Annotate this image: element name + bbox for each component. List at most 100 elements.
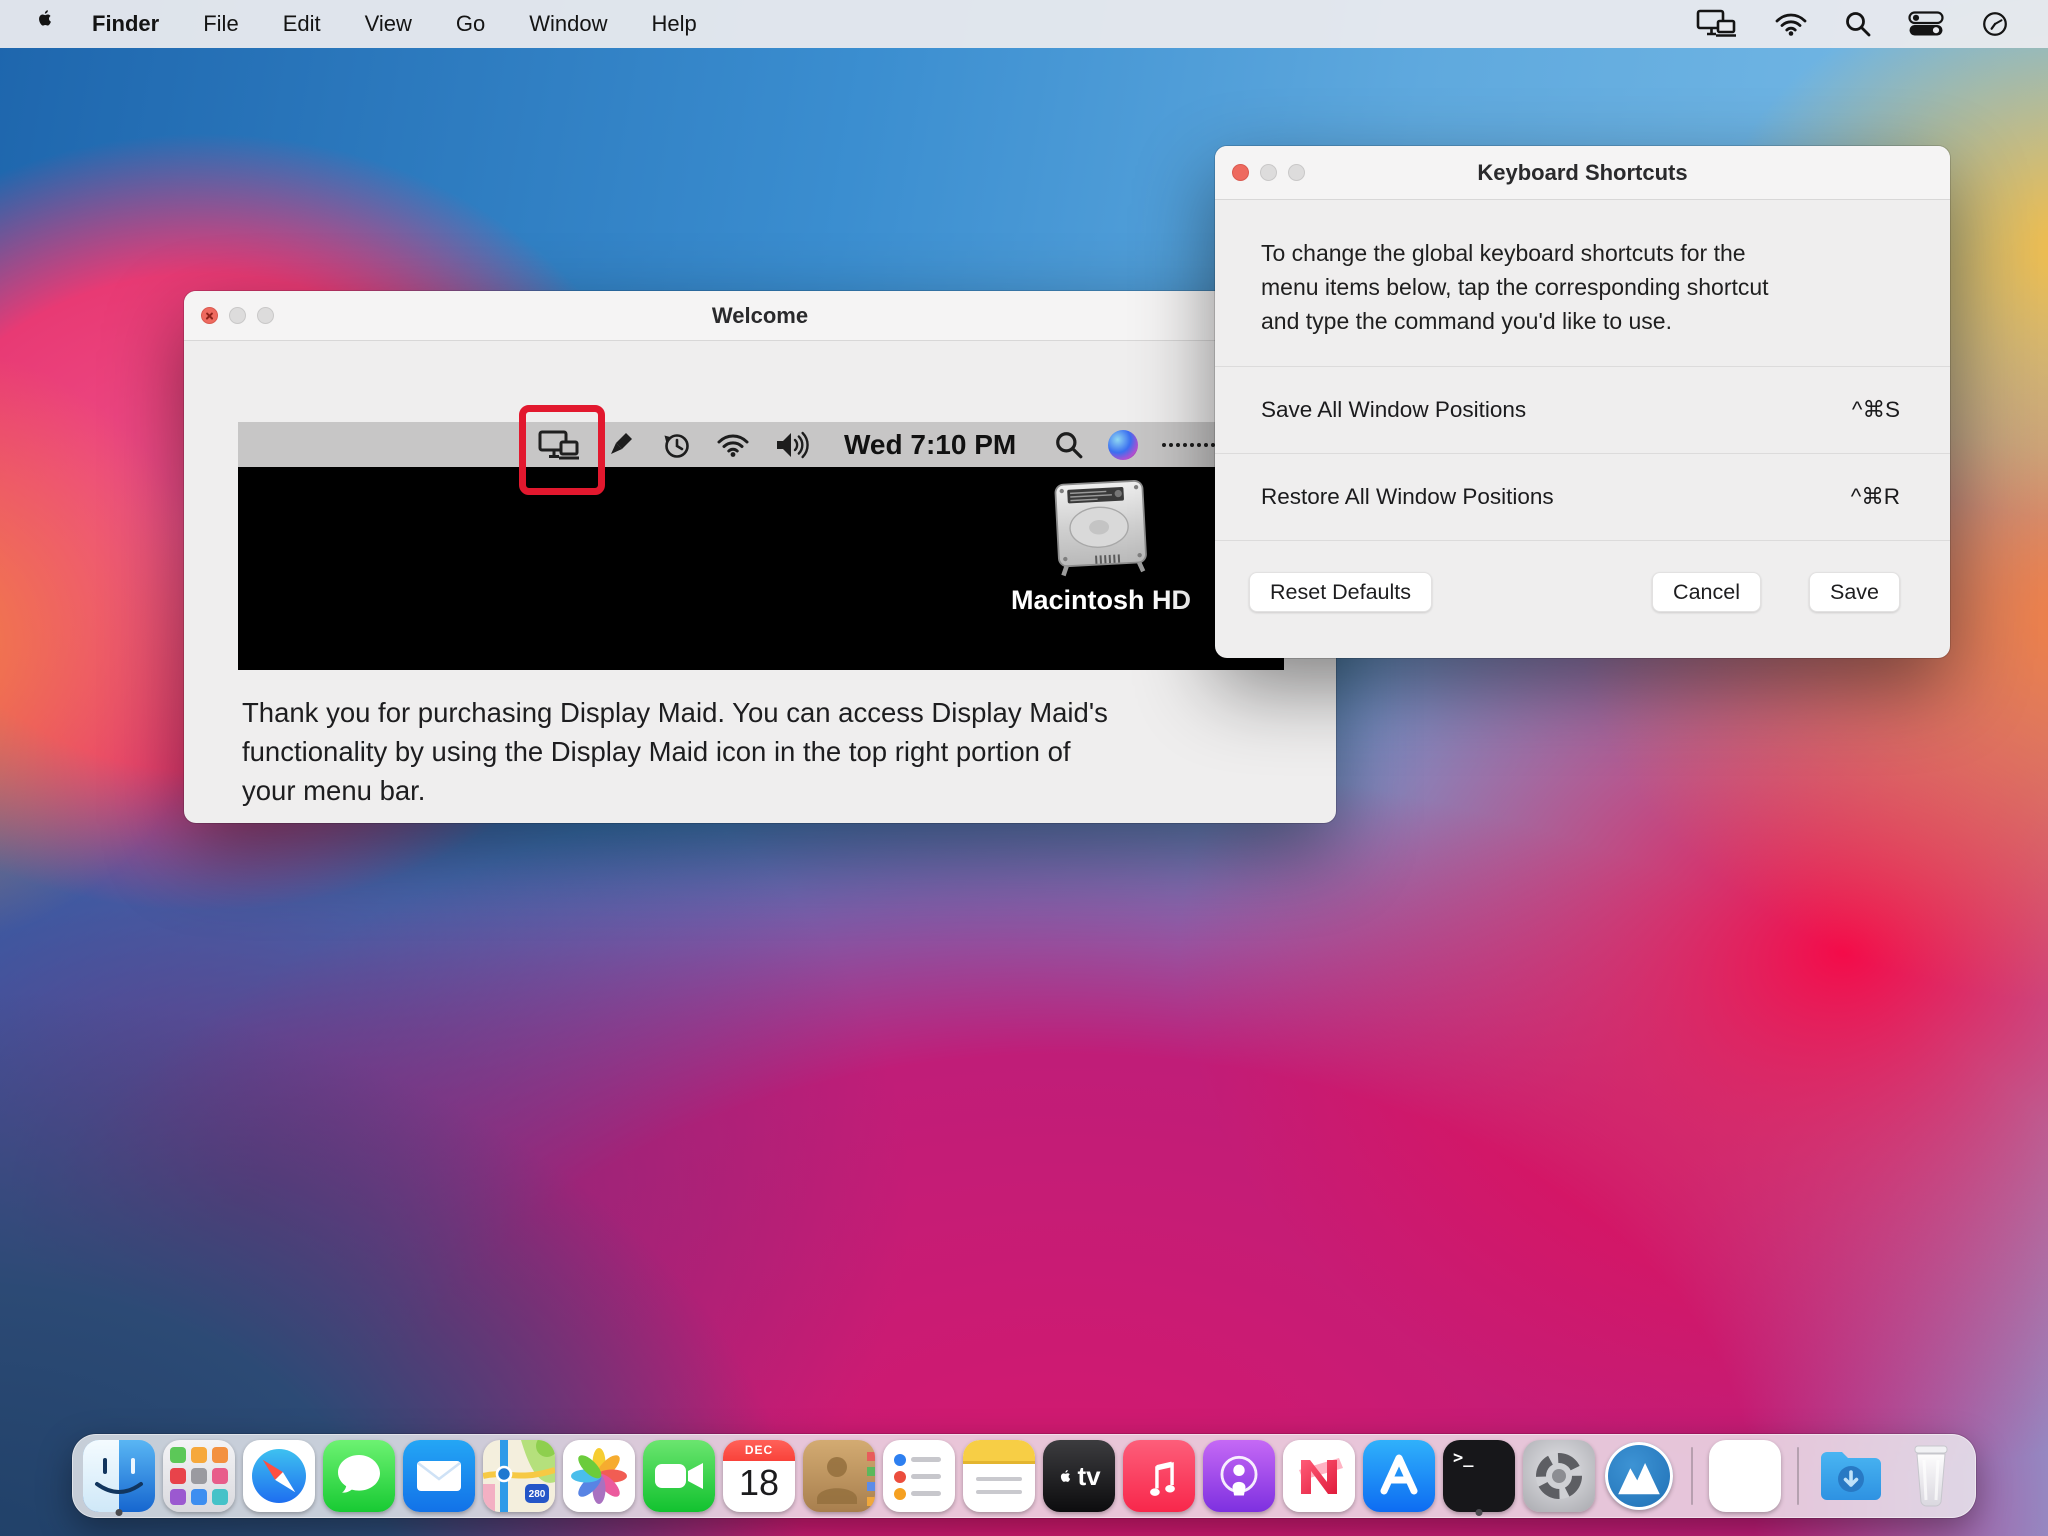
facetime-icon — [643, 1440, 715, 1512]
highlight-rectangle — [519, 405, 605, 495]
gear-icon — [1536, 1453, 1582, 1499]
divider — [1215, 540, 1950, 541]
dock-safari[interactable] — [239, 1434, 319, 1518]
downloads-folder-icon — [1815, 1440, 1887, 1512]
welcome-body-text: Thank you for purchasing Display Maid. Y… — [242, 693, 1287, 810]
body-line-1: Thank you for purchasing Display Maid. Y… — [242, 693, 1287, 732]
apple-logo-icon — [34, 0, 56, 48]
minimize-button[interactable] — [229, 307, 246, 324]
dock-contacts[interactable] — [799, 1434, 879, 1518]
welcome-window: Welcome — [184, 291, 1336, 823]
keyboard-shortcuts-title: Keyboard Shortcuts — [1477, 160, 1687, 186]
calendar-month: DEC — [723, 1440, 795, 1461]
macintosh-hd: Macintosh HD — [971, 475, 1231, 616]
dock-trash[interactable] — [1891, 1434, 1971, 1518]
desc-line-3: and type the command you'd like to use. — [1261, 304, 1904, 338]
save-button[interactable]: Save — [1809, 572, 1900, 612]
mail-icon — [403, 1440, 475, 1512]
screenshot-menubar: Wed 7:10 PM — [238, 422, 1284, 467]
welcome-titlebar[interactable]: Welcome — [184, 291, 1336, 341]
wifi-icon — [716, 431, 750, 459]
wifi-icon[interactable] — [1774, 0, 1808, 48]
shortcut-row-save-all[interactable]: Save All Window Positions ^⌘S — [1215, 367, 1950, 453]
tv-icon: tv — [1043, 1440, 1115, 1512]
system-preferences-icon — [1523, 1440, 1595, 1512]
apple-menu[interactable] — [26, 0, 70, 48]
menu-window[interactable]: Window — [507, 0, 629, 48]
menu-bar-left: Finder File Edit View Go Window Help — [0, 0, 719, 48]
terminal-icon: >_ — [1443, 1440, 1515, 1512]
news-icon — [1283, 1440, 1355, 1512]
reset-defaults-button[interactable]: Reset Defaults — [1249, 572, 1432, 612]
search-icon — [1054, 430, 1084, 460]
dock-appstore[interactable] — [1359, 1434, 1439, 1518]
minimize-button[interactable] — [1260, 164, 1277, 181]
menu-help[interactable]: Help — [630, 0, 719, 48]
finder-icon — [83, 1440, 155, 1512]
traffic-lights — [1232, 146, 1305, 199]
dock-terminal[interactable]: >_ — [1439, 1434, 1519, 1518]
menu-bar: Finder File Edit View Go Window Help — [0, 0, 2048, 48]
cancel-button[interactable]: Cancel — [1652, 572, 1761, 612]
dock-photos[interactable] — [559, 1434, 639, 1518]
close-button[interactable] — [201, 307, 218, 324]
keyboard-shortcuts-titlebar[interactable]: Keyboard Shortcuts — [1215, 146, 1950, 200]
menu-view[interactable]: View — [343, 0, 434, 48]
embedded-screenshot: Wed 7:10 PM — [238, 422, 1284, 670]
shortcut-value[interactable]: ^⌘R — [1851, 484, 1900, 510]
safari-icon — [243, 1440, 315, 1512]
dock-mail[interactable] — [399, 1434, 479, 1518]
dock-downloads[interactable] — [1811, 1434, 1891, 1518]
zoom-button[interactable] — [1288, 164, 1305, 181]
photos-icon — [563, 1440, 635, 1512]
dock-messages[interactable] — [319, 1434, 399, 1518]
time-machine-icon — [660, 429, 692, 461]
dock-tv[interactable]: tv — [1039, 1434, 1119, 1518]
search-icon[interactable] — [1844, 0, 1872, 48]
dock-calendar[interactable]: DEC 18 — [719, 1434, 799, 1518]
shortcut-label: Save All Window Positions — [1261, 397, 1526, 423]
dock-news[interactable] — [1279, 1434, 1359, 1518]
terminal-prompt: >_ — [1453, 1448, 1473, 1468]
dock-display-maid-app[interactable] — [1599, 1434, 1679, 1518]
control-center-icon[interactable] — [1908, 0, 1944, 48]
dock-music[interactable] — [1119, 1434, 1199, 1518]
menu-bar-status — [1696, 0, 2048, 48]
body-line-2: functionality by using the Display Maid … — [242, 732, 1287, 771]
menu-finder[interactable]: Finder — [70, 0, 181, 48]
keyboard-shortcuts-description: To change the global keyboard shortcuts … — [1215, 200, 1950, 366]
maps-icon: 280 — [483, 1440, 555, 1512]
body-line-3: your menu bar. — [242, 771, 1287, 810]
grid-icon — [1162, 443, 1222, 447]
dock-reminders[interactable] — [879, 1434, 959, 1518]
clock-icon[interactable] — [1980, 0, 2010, 48]
display-maid-app-icon — [1603, 1440, 1675, 1512]
dock: 280 — [72, 1434, 1976, 1518]
menu-go[interactable]: Go — [434, 0, 507, 48]
desc-line-2: menu items below, tap the corresponding … — [1261, 270, 1904, 304]
dock-podcasts[interactable] — [1199, 1434, 1279, 1518]
dock-notes[interactable] — [959, 1434, 1039, 1518]
zoom-button[interactable] — [257, 307, 274, 324]
dock-minimized-window[interactable] — [1705, 1434, 1785, 1518]
appstore-icon — [1363, 1440, 1435, 1512]
menu-edit[interactable]: Edit — [261, 0, 343, 48]
volume-icon — [774, 430, 810, 460]
dock-separator — [1691, 1447, 1693, 1505]
dock-system-preferences[interactable] — [1519, 1434, 1599, 1518]
calendar-icon: DEC 18 — [723, 1440, 795, 1512]
welcome-title: Welcome — [712, 303, 808, 329]
dock-launchpad[interactable] — [159, 1434, 239, 1518]
button-row: Reset Defaults Cancel Save — [1249, 572, 1900, 612]
close-button[interactable] — [1232, 164, 1249, 181]
shortcut-row-restore-all[interactable]: Restore All Window Positions ^⌘R — [1215, 454, 1950, 540]
launchpad-icon — [163, 1440, 235, 1512]
dock-maps[interactable]: 280 — [479, 1434, 559, 1518]
podcasts-icon — [1203, 1440, 1275, 1512]
display-maid-menu-icon[interactable] — [1696, 0, 1738, 48]
dock-finder[interactable] — [79, 1434, 159, 1518]
dock-facetime[interactable] — [639, 1434, 719, 1518]
menu-file[interactable]: File — [181, 0, 260, 48]
traffic-lights — [201, 291, 274, 340]
shortcut-value[interactable]: ^⌘S — [1852, 397, 1900, 423]
